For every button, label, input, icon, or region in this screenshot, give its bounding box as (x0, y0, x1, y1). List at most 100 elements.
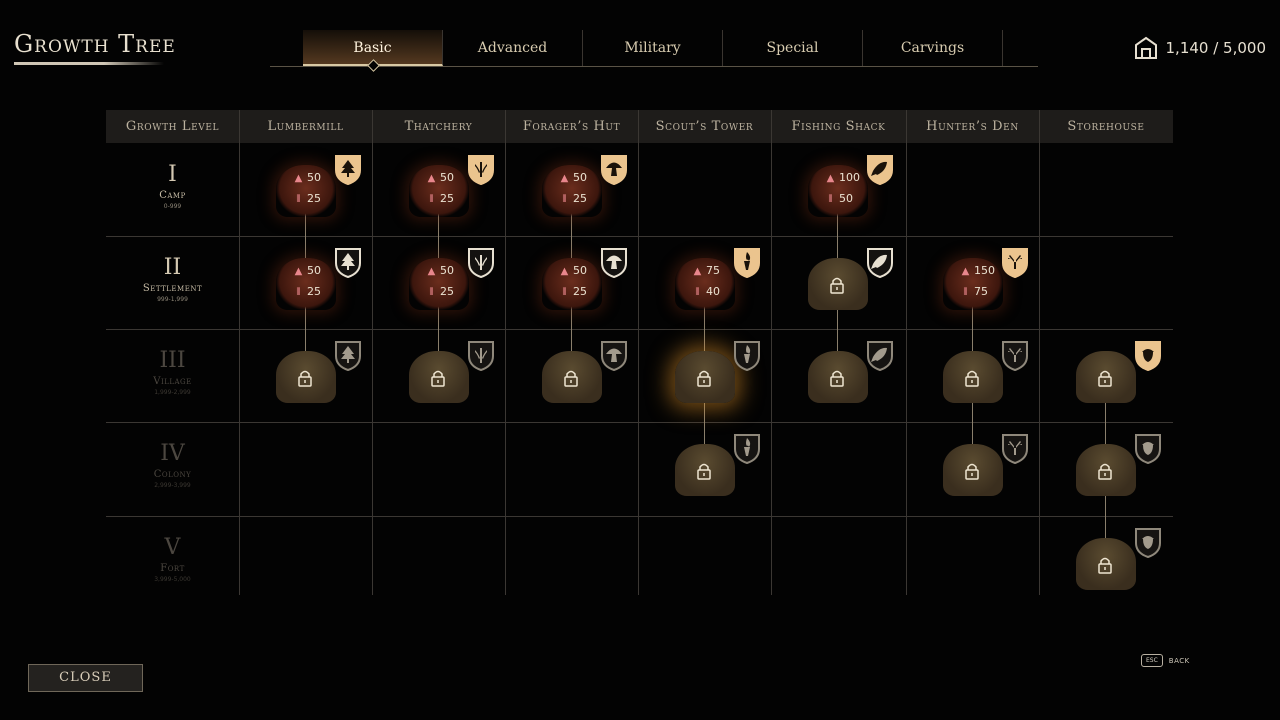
building-node[interactable] (1039, 329, 1172, 422)
padlock-icon (564, 370, 578, 387)
wood-cost: ▲ 50 (426, 264, 454, 277)
resource-value: 1,140 / 5,000 (1165, 39, 1266, 57)
torch-icon (734, 341, 760, 371)
building-node[interactable]: ▲ 100 ⫴ 50 (771, 143, 904, 236)
building-node[interactable]: ▲ 50 ⫴ 25 (505, 143, 638, 236)
level-range: 1,999-2,999 (154, 389, 191, 396)
building-node[interactable] (638, 329, 771, 422)
column-header-fishing-shack: Fishing Shack (771, 110, 906, 143)
level-range: 0-999 (163, 203, 182, 210)
mushroom-icon (601, 341, 627, 371)
fish-icon (867, 155, 893, 185)
tab-advanced[interactable]: Advanced (443, 30, 583, 66)
wheat-icon (468, 248, 494, 278)
building-node[interactable] (771, 236, 904, 329)
wood-icon: ▲ (294, 266, 303, 277)
wood-cost: ▲ 100 (825, 171, 860, 184)
thatch-cost-value: 25 (307, 192, 321, 205)
acorn-icon (1135, 528, 1161, 558)
building-node[interactable]: ▲ 50 ⫴ 25 (505, 236, 638, 329)
torch-icon (734, 248, 760, 278)
level-name: Fort (160, 563, 185, 574)
wheat-icon (468, 155, 494, 185)
level-range: 3,999-5,000 (154, 576, 191, 583)
wood-icon: ▲ (826, 173, 835, 184)
thatch-cost: ⫴ 75 (960, 285, 988, 298)
column-header-scouts-tower: Scout’s Tower (638, 110, 771, 143)
level-name: Camp (159, 190, 186, 201)
wood-cost-value: 150 (974, 264, 995, 277)
thatch-icon: ⫴ (296, 287, 301, 298)
building-node[interactable]: ▲ 50 ⫴ 25 (372, 143, 505, 236)
wood-cost-value: 75 (706, 264, 720, 277)
wood-cost-value: 50 (307, 171, 321, 184)
level-numeral: II (163, 255, 182, 280)
thatch-icon: ⫴ (562, 287, 567, 298)
building-node[interactable] (906, 422, 1039, 515)
antler-icon (1002, 434, 1028, 464)
padlock-icon (965, 463, 979, 480)
thatch-cost-value: 75 (974, 285, 988, 298)
padlock-icon (697, 370, 711, 387)
column-header-storehouse: Storehouse (1039, 110, 1173, 143)
padlock-icon (830, 370, 844, 387)
growth-tree-table: Growth Level Lumbermill Thatchery Forage… (106, 110, 1173, 595)
torch-icon (734, 434, 760, 464)
thatch-cost: ⫴ 25 (293, 192, 321, 205)
wood-cost-value: 50 (440, 171, 454, 184)
building-node[interactable] (1039, 422, 1172, 515)
level-range: 2,999-3,999 (154, 482, 191, 489)
column-header-thatchery: Thatchery (372, 110, 505, 143)
wood-icon: ▲ (693, 266, 702, 277)
wood-cost: ▲ 50 (559, 171, 587, 184)
building-node[interactable] (505, 329, 638, 422)
column-header-lumbermill: Lumbermill (239, 110, 372, 143)
building-node[interactable]: ▲ 50 ⫴ 25 (239, 236, 372, 329)
back-hint[interactable]: ESC BACK (1141, 654, 1190, 667)
level-name: Colony (153, 469, 192, 480)
wheat-icon (468, 341, 494, 371)
wood-cost-value: 50 (307, 264, 321, 277)
antler-icon (1002, 341, 1028, 371)
wood-cost-value: 50 (573, 264, 587, 277)
thatch-cost-value: 25 (573, 285, 587, 298)
wood-cost: ▲ 150 (960, 264, 995, 277)
building-node[interactable] (1039, 516, 1172, 609)
thatch-icon: ⫴ (695, 287, 700, 298)
building-node[interactable]: ▲ 75 ⫴ 40 (638, 236, 771, 329)
padlock-icon (431, 370, 445, 387)
building-node[interactable]: ▲ 50 ⫴ 25 (372, 236, 505, 329)
level-colony: IV Colony 2,999-3,999 (106, 441, 239, 489)
building-node[interactable] (906, 329, 1039, 422)
tree-icon (335, 155, 361, 185)
thatch-cost: ⫴ 25 (426, 285, 454, 298)
wood-cost: ▲ 50 (293, 171, 321, 184)
mushroom-icon (601, 155, 627, 185)
tab-special[interactable]: Special (723, 30, 863, 66)
wood-icon: ▲ (427, 173, 436, 184)
building-node[interactable] (638, 422, 771, 515)
tab-carvings[interactable]: Carvings (863, 30, 1003, 66)
building-node[interactable]: ▲ 150 ⫴ 75 (906, 236, 1039, 329)
tab-bar: Basic Advanced Military Special Carvings (270, 30, 1038, 67)
wood-cost: ▲ 50 (426, 171, 454, 184)
thatch-icon: ⫴ (963, 287, 968, 298)
wood-cost: ▲ 50 (559, 264, 587, 277)
row-divider (106, 516, 1173, 517)
level-settlement: II Settlement 999-1,999 (106, 255, 239, 303)
thatch-cost-value: 50 (839, 192, 853, 205)
wood-icon: ▲ (961, 266, 970, 277)
building-node[interactable]: ▲ 50 ⫴ 25 (239, 143, 372, 236)
building-node[interactable] (771, 329, 904, 422)
building-node[interactable] (372, 329, 505, 422)
wood-icon: ▲ (560, 173, 569, 184)
level-name: Village (153, 376, 192, 387)
building-node[interactable] (239, 329, 372, 422)
thatch-cost-value: 25 (573, 192, 587, 205)
growth-level-header: Growth Level (106, 110, 239, 143)
antler-icon (1002, 248, 1028, 278)
tab-military[interactable]: Military (583, 30, 723, 66)
close-button[interactable]: CLOSE (28, 664, 143, 692)
wood-icon: ▲ (294, 173, 303, 184)
padlock-icon (697, 463, 711, 480)
